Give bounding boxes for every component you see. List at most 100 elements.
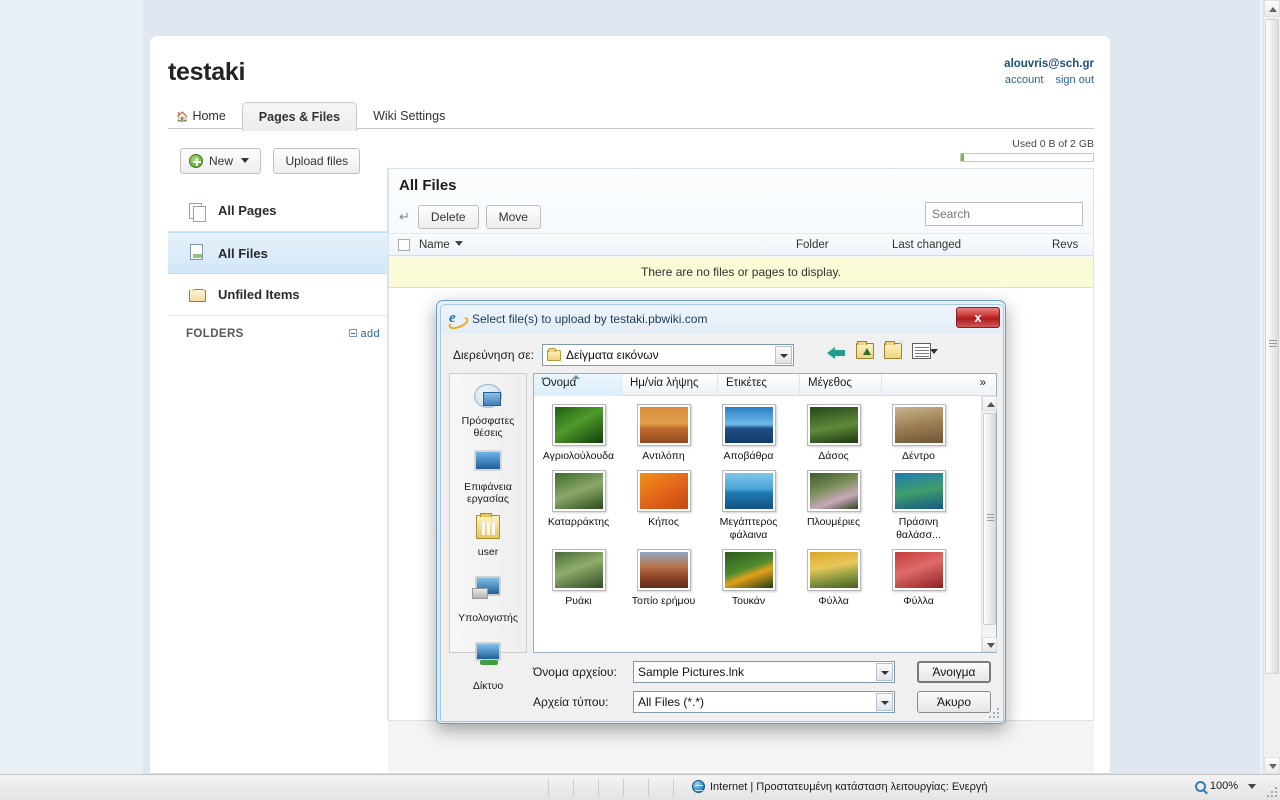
file-icon	[186, 244, 212, 262]
thumbnail-image	[809, 473, 858, 510]
file-item-label: Αγριολούλουδα	[542, 450, 615, 462]
wiki-toolbar: New Upload files	[180, 148, 361, 174]
file-column-name[interactable]: Όνομα	[534, 374, 622, 396]
scrollbar-thumb[interactable]	[1265, 19, 1279, 674]
move-button[interactable]: Move	[485, 205, 541, 229]
place-desktop-label: Επιφάνεια εργασίας	[464, 481, 512, 506]
file-item-label: Δέντρο	[902, 450, 935, 462]
file-item[interactable]: Αντιλόπη	[621, 404, 706, 462]
window-resize-grip-icon[interactable]	[1265, 785, 1277, 797]
column-header-last-changed[interactable]: Last changed	[892, 239, 961, 251]
sign-out-link[interactable]: sign out	[1055, 74, 1094, 86]
tab-wiki-settings[interactable]: Wiki Settings	[357, 104, 461, 129]
upload-files-button[interactable]: Upload files	[273, 148, 361, 174]
file-column-date-taken[interactable]: Ημ/νία λήψης	[622, 374, 718, 396]
files-table-header: Name Folder Last changed Revs	[389, 233, 1093, 256]
file-item[interactable]: Δέντρο	[876, 404, 961, 462]
place-recent[interactable]: Πρόσφατες θέσεις	[450, 374, 526, 439]
sidebar-item-unfiled-items-label: Unfiled Items	[218, 287, 300, 302]
zoom-control[interactable]: 100%	[1194, 780, 1256, 792]
scroll-down-icon[interactable]	[1264, 757, 1280, 774]
chevron-down-icon	[241, 158, 250, 163]
column-header-revs[interactable]: Revs	[1052, 239, 1078, 251]
file-item[interactable]: Δάσος	[791, 404, 876, 462]
file-column-size[interactable]: Μέγεθος	[800, 374, 882, 396]
filename-input[interactable]: Sample Pictures.lnk	[633, 661, 895, 683]
place-recent-label: Πρόσφατες θέσεις	[461, 415, 515, 440]
back-arrow-icon[interactable]	[827, 343, 846, 359]
folders-add-button[interactable]: add	[349, 328, 380, 340]
scroll-down-icon[interactable]	[982, 637, 997, 652]
file-list-body: Αγριολούλουδα Αντιλόπη Αποβάθρα Δάσος Δέντρο…	[534, 396, 981, 652]
new-button[interactable]: New	[180, 148, 262, 174]
chevron-down-icon[interactable]	[774, 346, 792, 364]
look-in-label: Διερεύνηση σε:	[453, 348, 534, 362]
tab-pages-and-files[interactable]: Pages & Files	[241, 102, 358, 131]
file-column-more[interactable]: »	[882, 374, 996, 396]
tray-icon	[186, 286, 212, 304]
up-folder-icon[interactable]	[856, 341, 874, 359]
tab-home[interactable]: 🏠 Home	[168, 104, 242, 129]
sidebar-item-all-files-label: All Files	[218, 245, 268, 261]
file-item[interactable]: Καταρράκτης	[536, 470, 621, 541]
file-item-label: Δάσος	[818, 450, 849, 462]
file-thumbnail	[636, 549, 691, 592]
column-header-name-label: Name	[419, 239, 450, 251]
search-input[interactable]	[925, 202, 1083, 226]
file-item[interactable]: Τοπίο ερήμου	[621, 549, 706, 607]
cancel-button[interactable]: Άκυρο	[917, 691, 991, 713]
delete-button[interactable]: Delete	[417, 205, 479, 229]
sidebar-item-all-pages[interactable]: All Pages	[168, 190, 388, 232]
sidebar-item-unfiled-items[interactable]: Unfiled Items	[168, 274, 388, 316]
sidebar-item-all-files[interactable]: All Files	[168, 232, 388, 274]
resize-grip-icon[interactable]	[985, 704, 999, 718]
file-item[interactable]: Φύλλα	[791, 549, 876, 607]
column-header-folder[interactable]: Folder	[796, 239, 829, 251]
file-item[interactable]: Φύλλα	[876, 549, 961, 607]
file-thumbnail	[721, 404, 776, 446]
zoom-level: 100%	[1209, 780, 1238, 792]
file-thumbnail	[551, 404, 606, 446]
place-user[interactable]: user	[450, 505, 526, 558]
chevron-down-icon[interactable]	[876, 693, 893, 711]
file-item-label: Πλουμέριες	[806, 516, 861, 529]
chevron-down-icon[interactable]	[1248, 783, 1256, 789]
file-item[interactable]: Πράσινη θαλάσσ...	[876, 470, 961, 541]
place-computer[interactable]: Υπολογιστής	[450, 558, 526, 624]
file-item[interactable]: Αγριολούλουδα	[536, 404, 621, 462]
chevron-down-icon[interactable]	[876, 663, 893, 681]
file-item[interactable]: Κήπος	[621, 470, 706, 541]
file-item[interactable]: Μεγάπτερος φάλαινα	[706, 470, 791, 541]
file-thumbnail	[891, 404, 946, 446]
account-link[interactable]: account	[1005, 74, 1044, 86]
scrollbar-thumb[interactable]	[983, 413, 996, 625]
file-item-label: Μεγάπτερος φάλαινα	[719, 516, 778, 541]
file-upload-dialog: e Select file(s) to upload by testaki.pb…	[436, 300, 1006, 724]
views-icon[interactable]	[912, 343, 931, 359]
file-item[interactable]: Τουκάν	[706, 549, 791, 607]
browser-scrollbar[interactable]	[1263, 0, 1280, 774]
new-folder-icon[interactable]	[884, 338, 904, 359]
place-desktop[interactable]: Επιφάνεια εργασίας	[450, 439, 526, 505]
file-list-scrollbar[interactable]	[981, 396, 997, 652]
file-item[interactable]: Πλουμέριες	[791, 470, 876, 541]
scroll-up-icon[interactable]	[1264, 0, 1280, 17]
security-zone[interactable]: Internet | Προστατευμένη κατάσταση λειτο…	[692, 780, 987, 793]
file-item-label: Κήπος	[648, 516, 679, 529]
tab-home-label: Home	[192, 109, 226, 123]
file-column-tags[interactable]: Ετικέτες	[718, 374, 800, 396]
chevron-down-icon[interactable]	[930, 348, 938, 354]
dialog-title-bar[interactable]: e Select file(s) to upload by testaki.pb…	[441, 305, 1003, 333]
column-header-name[interactable]: Name	[419, 239, 463, 251]
select-all-checkbox[interactable]	[398, 239, 410, 251]
undo-icon[interactable]: ↵	[399, 209, 410, 225]
browser-status-bar: Internet | Προστατευμένη κατάσταση λειτο…	[0, 774, 1280, 800]
file-item[interactable]: Αποβάθρα	[706, 404, 791, 462]
file-item[interactable]: Ρυάκι	[536, 549, 621, 607]
close-icon[interactable]: x	[956, 307, 1000, 328]
scroll-up-icon[interactable]	[982, 396, 997, 411]
look-in-combobox[interactable]: Δείγματα εικόνων	[541, 344, 794, 366]
filetype-select[interactable]: All Files (*.*)	[633, 691, 895, 713]
open-button[interactable]: Άνοιγμα	[917, 661, 991, 683]
place-network[interactable]: Δίκτυο	[450, 624, 526, 692]
